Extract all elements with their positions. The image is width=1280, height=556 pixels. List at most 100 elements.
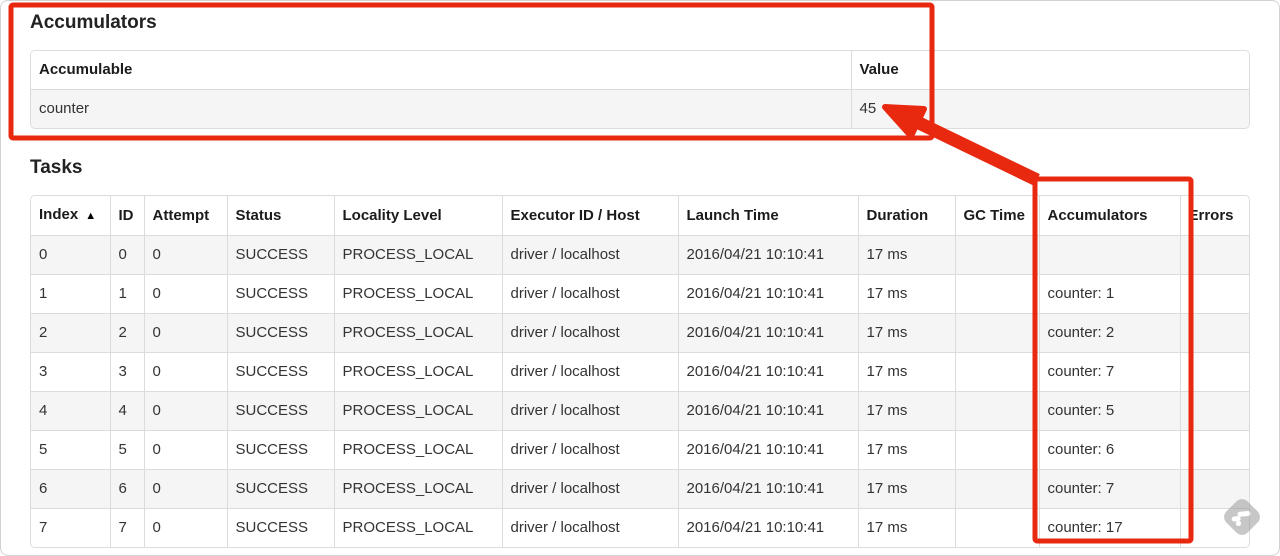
cell-attempt: 0	[143, 274, 227, 314]
table-row: 7 7 0 SUCCESS PROCESS_LOCAL driver / loc…	[31, 508, 1249, 547]
table-row: 3 3 0 SUCCESS PROCESS_LOCAL driver / loc…	[31, 352, 1249, 392]
cell-accumulators: counter: 7	[1038, 469, 1180, 509]
cell-index: 5	[31, 430, 110, 470]
cell-locality-level: PROCESS_LOCAL	[333, 508, 502, 547]
cell-accumulable: counter	[31, 89, 851, 128]
column-header-duration[interactable]: Duration	[857, 196, 955, 236]
cell-locality-level: PROCESS_LOCAL	[333, 469, 502, 509]
cell-duration: 17 ms	[857, 430, 955, 470]
table-row: counter 45	[31, 89, 1249, 128]
column-header-id[interactable]: ID	[109, 196, 144, 236]
cell-status: SUCCESS	[226, 352, 334, 392]
cell-index: 4	[31, 391, 110, 431]
column-header-accumulators[interactable]: Accumulators	[1038, 196, 1180, 236]
cell-attempt: 0	[143, 430, 227, 470]
table-header-row: Index ▲ ID Attempt Status Locality Level …	[31, 196, 1249, 236]
cell-duration: 17 ms	[857, 274, 955, 314]
cell-status: SUCCESS	[226, 313, 334, 353]
column-header-value[interactable]: Value	[850, 51, 1249, 90]
cell-attempt: 0	[143, 235, 227, 275]
cell-id: 6	[109, 469, 144, 509]
spark-ui-window: Accumulators Accumulable Value counter 4…	[0, 0, 1280, 556]
cell-errors	[1179, 469, 1249, 509]
cell-attempt: 0	[143, 391, 227, 431]
column-header-errors[interactable]: Errors	[1179, 196, 1249, 236]
cell-attempt: 0	[143, 352, 227, 392]
column-header-accumulable[interactable]: Accumulable	[31, 51, 851, 90]
cell-index: 3	[31, 352, 110, 392]
cell-id: 5	[109, 430, 144, 470]
cell-gc-time	[954, 235, 1039, 275]
cell-status: SUCCESS	[226, 430, 334, 470]
table-row: 6 6 0 SUCCESS PROCESS_LOCAL driver / loc…	[31, 469, 1249, 509]
column-header-status[interactable]: Status	[226, 196, 334, 236]
column-header-gc-time[interactable]: GC Time	[954, 196, 1039, 236]
cell-gc-time	[954, 313, 1039, 353]
column-header-locality-level[interactable]: Locality Level	[333, 196, 502, 236]
cell-duration: 17 ms	[857, 313, 955, 353]
cell-accumulators: counter: 7	[1038, 352, 1180, 392]
cell-index: 0	[31, 235, 110, 275]
cell-errors	[1179, 391, 1249, 431]
cell-duration: 17 ms	[857, 508, 955, 547]
cell-duration: 17 ms	[857, 469, 955, 509]
cell-errors	[1179, 352, 1249, 392]
cell-gc-time	[954, 274, 1039, 314]
cell-accumulators: counter: 1	[1038, 274, 1180, 314]
cell-errors	[1179, 430, 1249, 470]
cell-executor-id-host: driver / localhost	[501, 391, 678, 431]
cell-locality-level: PROCESS_LOCAL	[333, 313, 502, 353]
table-row: 5 5 0 SUCCESS PROCESS_LOCAL driver / loc…	[31, 430, 1249, 470]
cell-errors	[1179, 235, 1249, 275]
cell-executor-id-host: driver / localhost	[501, 352, 678, 392]
cell-accumulators: counter: 5	[1038, 391, 1180, 431]
cell-launch-time: 2016/04/21 10:10:41	[677, 430, 858, 470]
cell-index: 1	[31, 274, 110, 314]
cell-gc-time	[954, 508, 1039, 547]
cell-id: 4	[109, 391, 144, 431]
cell-status: SUCCESS	[226, 235, 334, 275]
cell-duration: 17 ms	[857, 391, 955, 431]
cell-locality-level: PROCESS_LOCAL	[333, 352, 502, 392]
cell-errors	[1179, 313, 1249, 353]
cell-status: SUCCESS	[226, 508, 334, 547]
cell-launch-time: 2016/04/21 10:10:41	[677, 391, 858, 431]
column-header-launch-time[interactable]: Launch Time	[677, 196, 858, 236]
cell-launch-time: 2016/04/21 10:10:41	[677, 508, 858, 547]
cell-status: SUCCESS	[226, 391, 334, 431]
cell-gc-time	[954, 430, 1039, 470]
cell-launch-time: 2016/04/21 10:10:41	[677, 274, 858, 314]
column-header-executor-id-host[interactable]: Executor ID / Host	[501, 196, 678, 236]
cell-attempt: 0	[143, 508, 227, 547]
table-row: 1 1 0 SUCCESS PROCESS_LOCAL driver / loc…	[31, 274, 1249, 314]
cell-status: SUCCESS	[226, 274, 334, 314]
cell-accumulators: counter: 17	[1038, 508, 1180, 547]
cell-locality-level: PROCESS_LOCAL	[333, 274, 502, 314]
cell-index: 7	[31, 508, 110, 547]
column-header-index-label: Index	[39, 206, 79, 223]
column-header-index[interactable]: Index ▲	[31, 196, 110, 236]
cell-id: 1	[109, 274, 144, 314]
column-header-attempt[interactable]: Attempt	[143, 196, 227, 236]
table-row: 2 2 0 SUCCESS PROCESS_LOCAL driver / loc…	[31, 313, 1249, 353]
cell-index: 6	[31, 469, 110, 509]
accumulators-table: Accumulable Value counter 45	[30, 50, 1250, 129]
cell-accumulators	[1038, 235, 1180, 275]
cell-launch-time: 2016/04/21 10:10:41	[677, 469, 858, 509]
cell-locality-level: PROCESS_LOCAL	[333, 235, 502, 275]
cell-attempt: 0	[143, 469, 227, 509]
cell-executor-id-host: driver / localhost	[501, 274, 678, 314]
cell-gc-time	[954, 391, 1039, 431]
table-header-row: Accumulable Value	[31, 51, 1249, 90]
cell-locality-level: PROCESS_LOCAL	[333, 430, 502, 470]
cell-executor-id-host: driver / localhost	[501, 508, 678, 547]
tasks-table: Index ▲ ID Attempt Status Locality Level …	[30, 195, 1250, 548]
cell-status: SUCCESS	[226, 469, 334, 509]
accumulators-section-title: Accumulators	[30, 12, 157, 33]
cell-launch-time: 2016/04/21 10:10:41	[677, 352, 858, 392]
cell-locality-level: PROCESS_LOCAL	[333, 391, 502, 431]
cell-duration: 17 ms	[857, 352, 955, 392]
table-row: 0 0 0 SUCCESS PROCESS_LOCAL driver / loc…	[31, 235, 1249, 275]
cell-executor-id-host: driver / localhost	[501, 469, 678, 509]
cell-id: 3	[109, 352, 144, 392]
